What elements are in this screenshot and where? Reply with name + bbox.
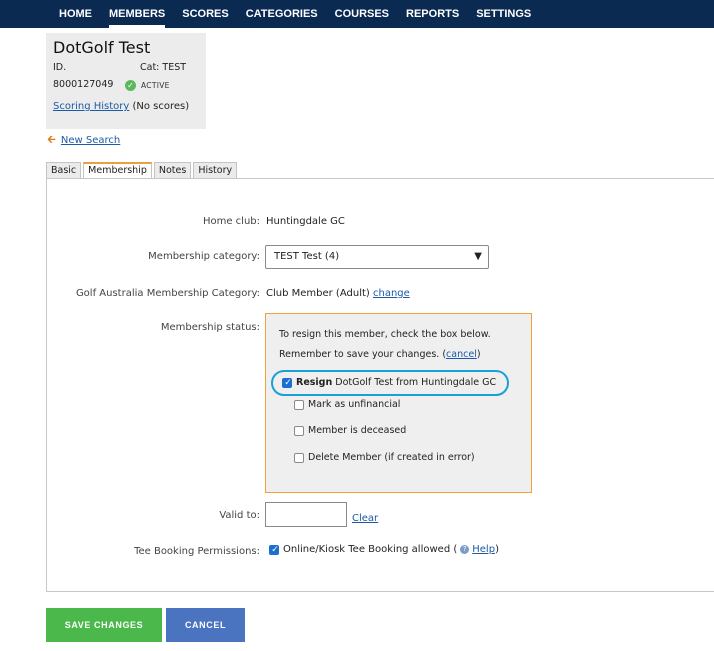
save-reminder-close: ) [476, 349, 481, 360]
valid-to-input[interactable] [265, 502, 347, 527]
save-changes-button[interactable]: SAVE CHANGES [46, 608, 162, 642]
clear-link[interactable]: Clear [352, 513, 378, 524]
resign-row: Resign DotGolf Test from Huntingdale GC [282, 377, 497, 389]
status-badge-label: ACTIVE [141, 81, 170, 90]
unfinancial-row: Mark as unfinancial [294, 399, 400, 410]
ga-category-change-link[interactable]: change [373, 288, 410, 299]
nav-settings[interactable]: SETTINGS [476, 0, 531, 28]
delete-member-checkbox[interactable] [294, 452, 304, 463]
nav-reports[interactable]: REPORTS [406, 0, 459, 28]
tab-notes[interactable]: Notes [153, 162, 192, 179]
membership-status-box: To resign this member, check the box bel… [265, 313, 532, 493]
deceased-checkbox[interactable] [294, 425, 304, 436]
nav-home[interactable]: HOME [59, 0, 92, 28]
nav-members[interactable]: MEMBERS [109, 0, 166, 28]
arrow-left-icon: 🡰 [47, 133, 56, 146]
unfinancial-checkbox[interactable] [294, 399, 304, 410]
membership-category-value: TEST Test (4) [274, 251, 340, 262]
clear-link-wrap: Clear [352, 513, 378, 524]
home-club-label: Home club: [202, 216, 260, 227]
resign-label-bold: Resign [296, 377, 333, 388]
tab-membership[interactable]: Membership [83, 162, 152, 179]
delete-member-label: Delete Member (if created in error) [308, 452, 475, 463]
scoring-history-note: (No scores) [132, 101, 190, 112]
member-id-value: 8000127049 [53, 79, 114, 90]
chevron-down-icon: ▼ [474, 251, 482, 262]
tee-booking-checkbox[interactable] [269, 544, 280, 556]
ga-category-value: Club Member (Adult) [266, 288, 370, 299]
status-badge: ✓ ACTIVE [125, 80, 170, 91]
scoring-history-row: Scoring History (No scores) [53, 101, 189, 112]
tee-booking-close: ) [495, 544, 499, 555]
tab-history[interactable]: History [193, 162, 238, 179]
tee-booking-value: Online/Kiosk Tee Booking allowed ( [283, 544, 458, 555]
tab-bar: Basic Membership Notes History [46, 162, 239, 179]
member-category: Cat: TEST [140, 62, 187, 73]
nav-categories[interactable]: CATEGORIES [246, 0, 318, 28]
home-club-value: Huntingdale GC [266, 216, 345, 227]
help-icon: ? [460, 545, 470, 554]
membership-category-select[interactable]: TEST Test (4) ▼ [265, 245, 489, 269]
status-cancel-link[interactable]: cancel [446, 349, 477, 360]
membership-category-label: Membership category: [148, 251, 260, 262]
top-nav: HOME MEMBERS SCORES CATEGORIES COURSES R… [0, 0, 714, 28]
deceased-label: Member is deceased [308, 425, 407, 436]
cancel-button[interactable]: CANCEL [166, 608, 245, 642]
new-search-link[interactable]: New Search [61, 135, 120, 146]
member-card: DotGolf Test ID. Cat: TEST 8000127049 ✓ … [46, 33, 206, 129]
tee-booking-row: Online/Kiosk Tee Booking allowed ( ? Hel… [269, 544, 499, 556]
membership-panel: Home club: Huntingdale GC Membership cat… [46, 178, 714, 592]
new-search: 🡰 New Search [47, 131, 120, 150]
resign-label: DotGolf Test from Huntingdale GC [335, 377, 497, 388]
resign-instruction: To resign this member, check the box bel… [279, 329, 491, 340]
valid-to-label: Valid to: [219, 510, 260, 521]
member-name: DotGolf Test [53, 38, 151, 57]
resign-checkbox[interactable] [282, 377, 293, 389]
member-id-label: ID. [53, 62, 67, 73]
membership-status-label: Membership status: [160, 322, 260, 333]
delete-member-row: Delete Member (if created in error) [294, 452, 475, 463]
unfinancial-label: Mark as unfinancial [308, 399, 401, 410]
ga-category-label: Golf Australia Membership Category: [75, 288, 260, 299]
ga-category-row: Club Member (Adult) change [266, 288, 410, 299]
scoring-history-link[interactable]: Scoring History [53, 101, 129, 112]
save-reminder: Remember to save your changes. (cancel) [279, 349, 481, 360]
check-circle-icon: ✓ [125, 80, 136, 91]
nav-scores[interactable]: SCORES [182, 0, 228, 28]
save-reminder-text: Remember to save your changes. ( [279, 349, 447, 360]
nav-courses[interactable]: COURSES [335, 0, 389, 28]
help-link[interactable]: Help [472, 544, 495, 555]
tee-booking-label: Tee Booking Permissions: [134, 546, 260, 557]
tab-basic[interactable]: Basic [46, 162, 82, 179]
deceased-row: Member is deceased [294, 425, 406, 436]
